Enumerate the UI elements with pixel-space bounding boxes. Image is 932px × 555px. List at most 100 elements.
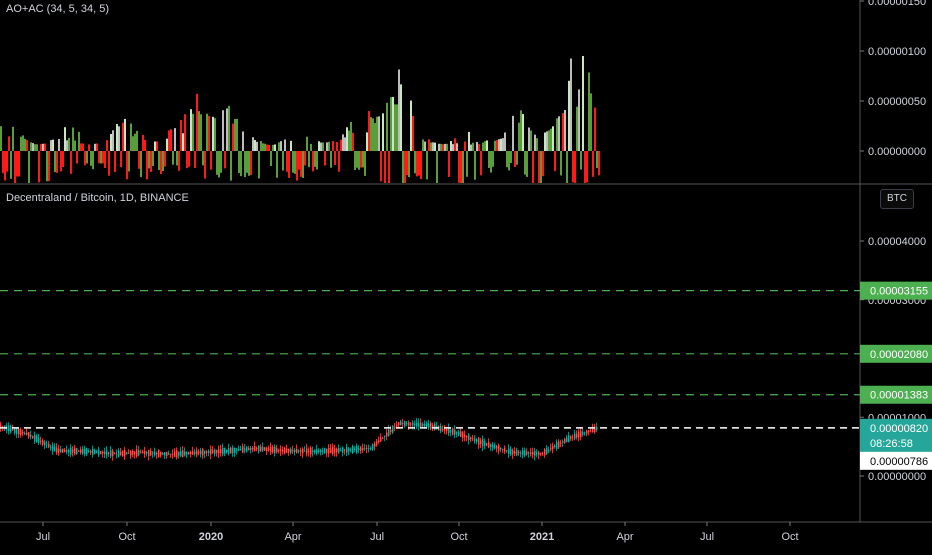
candle-body — [342, 447, 344, 453]
candle-body — [114, 453, 116, 455]
ao-histogram-bar — [164, 151, 166, 167]
time-tick-label: Oct — [118, 531, 135, 543]
ao-histogram-bar — [296, 151, 298, 181]
candle-body — [372, 444, 374, 450]
ao-histogram-bar — [50, 140, 52, 151]
ao-histogram-bar — [378, 116, 380, 151]
ao-histogram-bar — [250, 151, 252, 176]
ao-histogram-bar — [204, 151, 206, 179]
ao-histogram-bar — [450, 141, 452, 151]
ao-histogram-bar — [492, 151, 494, 167]
ao-histogram-bar — [78, 131, 80, 151]
ao-histogram-bar — [448, 151, 450, 177]
chart-canvas[interactable]: 0.00000150 0.00000100 0.00000050 0.00000000… — [0, 0, 932, 550]
candle-body — [344, 449, 346, 451]
candle-body — [446, 428, 448, 432]
ao-histogram-bar — [506, 151, 508, 168]
ao-histogram-bar — [566, 151, 568, 183]
ao-histogram-bar — [578, 89, 580, 151]
candle-body — [42, 440, 44, 445]
ao-histogram-bar — [376, 116, 378, 151]
candle-body — [588, 430, 590, 433]
ao-histogram-bar — [286, 151, 288, 172]
ao-histogram-bar — [388, 151, 390, 183]
candle-body — [160, 451, 162, 456]
low-price-label: 0.00000786 — [870, 456, 928, 468]
candle-body — [328, 447, 330, 454]
candle-body — [190, 451, 192, 455]
ao-histogram-bar — [120, 151, 122, 168]
ao-histogram-bar — [44, 143, 46, 151]
currency-badge[interactable]: BTC — [880, 189, 914, 209]
ao-histogram-bar — [180, 120, 182, 151]
ao-histogram-bar — [76, 151, 78, 164]
candle-body — [306, 448, 308, 454]
candle-body — [548, 449, 550, 451]
ao-histogram-bar — [248, 151, 250, 176]
candle-body — [590, 430, 592, 432]
candle-body — [142, 451, 144, 454]
candle-body — [182, 450, 184, 457]
ao-histogram-bar — [96, 143, 98, 151]
ao-histogram-bar — [302, 151, 304, 179]
time-tick-label: 2021 — [530, 531, 554, 543]
candle-body — [424, 424, 426, 427]
ao-histogram-bar — [276, 151, 278, 178]
ao-histogram-bar — [534, 134, 536, 151]
ao-histogram-bar — [494, 140, 496, 151]
ao-histogram-bar — [456, 143, 458, 151]
ao-histogram-bar — [406, 151, 408, 176]
chart-area: 0.00000150 0.00000100 0.00000050 0.00000000… — [0, 0, 932, 550]
candle-body — [22, 432, 24, 434]
ao-histogram-bar — [158, 151, 160, 170]
ao-histogram-bar — [324, 151, 326, 166]
candle-body — [464, 434, 466, 438]
time-tick-label: Oct — [450, 531, 467, 543]
candle-body — [526, 451, 528, 455]
candle-body — [278, 450, 280, 452]
candle-body — [504, 448, 506, 452]
candle-body — [418, 422, 420, 427]
candle-body — [146, 451, 148, 454]
ao-histogram-bar — [318, 141, 320, 151]
candle-body — [68, 450, 70, 452]
ao-histogram-bar — [218, 151, 220, 178]
candle-body — [258, 445, 260, 452]
candle-body — [58, 448, 60, 453]
candle-body — [270, 446, 272, 453]
candle-body — [268, 448, 270, 451]
ao-histogram-bar — [360, 151, 362, 168]
candle-body — [230, 447, 232, 454]
candle-body — [534, 450, 536, 456]
candle-body — [492, 444, 494, 448]
candle-body — [482, 439, 484, 447]
symbol-label[interactable]: Decentraland / Bitcoin, 1D, BINANCE — [6, 192, 189, 204]
indicator-label[interactable]: AO+AC (34, 5, 34, 5) — [6, 3, 109, 15]
candle-body — [102, 451, 104, 454]
candle-body — [66, 450, 68, 452]
candle-body — [420, 422, 422, 427]
candle-body — [384, 435, 386, 437]
candle-body — [366, 448, 368, 450]
candle-body — [108, 452, 110, 454]
candle-body — [456, 432, 458, 434]
ao-histogram-bar — [346, 127, 348, 151]
ao-histogram-bar — [410, 100, 412, 151]
time-tick-label: Apr — [284, 531, 301, 543]
candle-body — [28, 432, 30, 438]
ao-histogram-bar — [526, 151, 528, 177]
ao-histogram-bar — [504, 132, 506, 151]
candle-body — [112, 450, 114, 457]
ao-histogram-bar — [168, 130, 170, 151]
ao-histogram-bar — [408, 151, 410, 178]
candle-body — [550, 448, 552, 450]
candle-body — [82, 448, 84, 454]
ao-histogram-bar — [144, 139, 146, 151]
ao-histogram-bar — [108, 151, 110, 176]
candle-body — [62, 449, 64, 453]
candle-body — [166, 451, 168, 457]
ao-histogram-bar — [162, 151, 164, 171]
candle-body — [300, 450, 302, 452]
candle-body — [476, 439, 478, 442]
ao-histogram-bar — [290, 140, 292, 151]
